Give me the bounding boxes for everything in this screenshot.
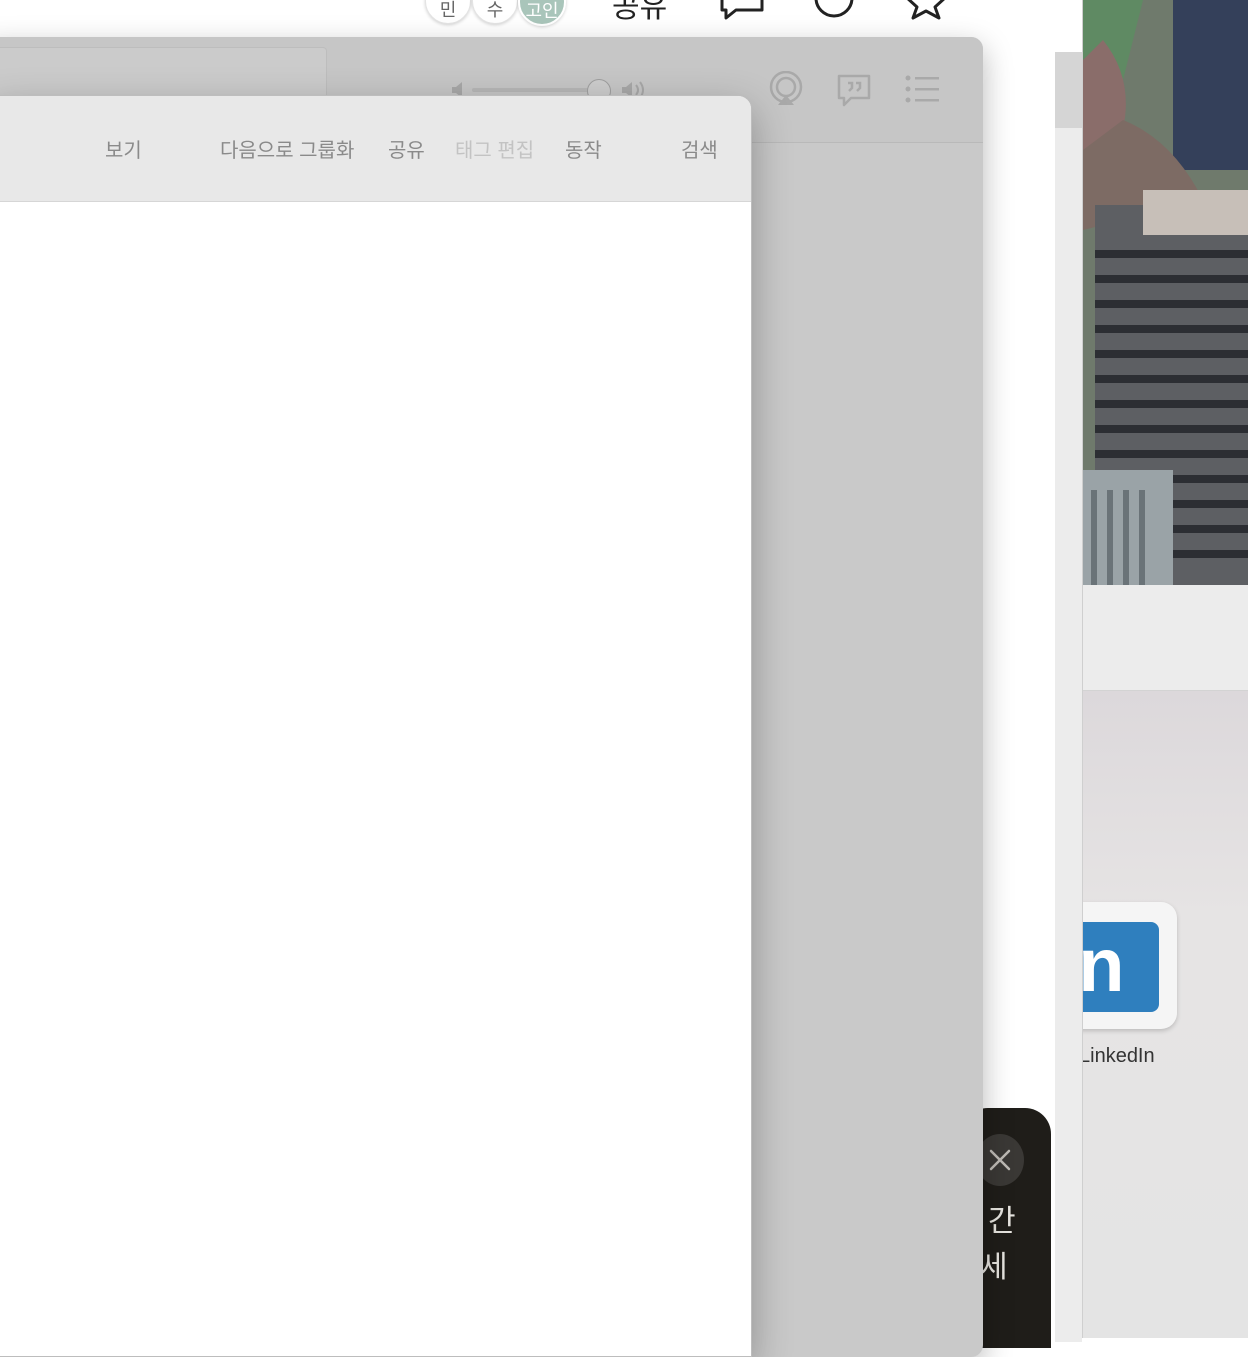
more-icon[interactable]	[990, 0, 1040, 8]
toolbar-view[interactable]: 보기	[105, 134, 142, 163]
lyrics-icon[interactable]	[835, 73, 873, 109]
finder-content-area[interactable]	[0, 202, 751, 1356]
comment-icon[interactable]	[718, 0, 766, 20]
avatar-initial: 수	[486, 0, 504, 20]
content-band	[1083, 585, 1248, 691]
toolbar-search[interactable]: 검색	[681, 134, 718, 163]
scrollbar-thumb[interactable]	[1055, 52, 1082, 128]
linkedin-glyph: in	[1082, 923, 1125, 1008]
avatar[interactable]: 고인	[518, 0, 566, 26]
city-aerial-photo	[1083, 0, 1248, 585]
avatar-initial: 고인	[525, 1, 559, 21]
avatar-initial: 민	[439, 0, 457, 20]
history-icon[interactable]	[810, 0, 858, 20]
background-app-topbar: 민 수 고인 공유	[0, 0, 1082, 36]
toast-close-button[interactable]	[976, 1134, 1024, 1186]
star-icon[interactable]	[902, 0, 950, 20]
linkedin-app-tile[interactable]: in	[1082, 902, 1177, 1029]
close-icon	[989, 1149, 1011, 1171]
avatar[interactable]: 민	[425, 0, 471, 24]
toast-text-line: 간	[988, 1205, 1016, 1238]
toast-text-line: 세	[980, 1251, 1008, 1284]
share-button[interactable]: 공유	[612, 0, 667, 26]
airplay-icon[interactable]	[768, 71, 804, 107]
finder-window: 보기 다음으로 그룹화 공유 태그 편집 동작 검색	[0, 95, 752, 1357]
background-web-page: in LinkedIn	[1082, 0, 1248, 1338]
linkedin-icon: in	[1082, 922, 1159, 1012]
toolbar-action[interactable]: 동작	[565, 134, 602, 163]
app-tile-label: LinkedIn	[1082, 1045, 1155, 1067]
avatar[interactable]: 수	[472, 0, 518, 24]
scrollbar-track[interactable]	[1055, 52, 1082, 1342]
finder-toolbar: 보기 다음으로 그룹화 공유 태그 편집 동작 검색	[0, 96, 751, 202]
toolbar-group-by[interactable]: 다음으로 그룹화	[220, 134, 354, 163]
toolbar-share[interactable]: 공유	[388, 134, 425, 163]
toolbar-edit-tags[interactable]: 태그 편집	[455, 134, 534, 163]
queue-icon[interactable]	[905, 75, 941, 105]
volume-slider[interactable]	[472, 88, 600, 92]
